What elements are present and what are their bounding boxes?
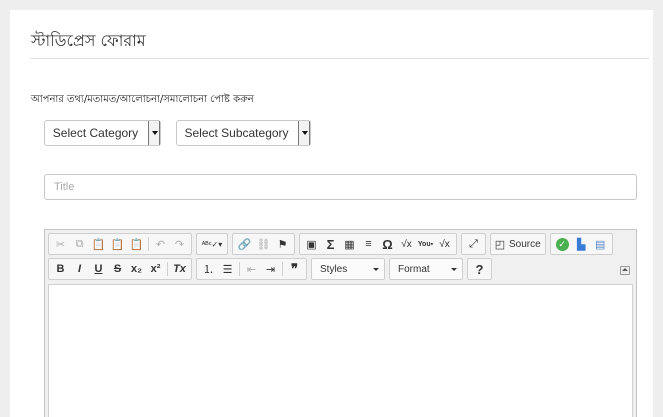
remove-format-button[interactable]: Tx xyxy=(170,260,189,278)
cut-icon[interactable]: ✂ xyxy=(51,235,70,253)
category-select-label: Select Category xyxy=(52,126,139,140)
chevron-down-icon xyxy=(373,267,379,271)
bulleted-list-icon[interactable]: ☰ xyxy=(218,260,237,278)
maximize-group: ⤢ xyxy=(461,233,486,255)
bold-button[interactable]: B xyxy=(51,260,70,278)
table-icon[interactable]: ▦ xyxy=(340,235,359,253)
rich-text-editor: ✂ ⧉ 📋 📋 📋 ↶ ↷ ᴬᴮᶜ✓▾ 🔗 ⛓ ⚑ ▣ Σ ▦ ≡ Ω √x Y… xyxy=(44,229,637,417)
clipboard-group: ✂ ⧉ 📋 📋 📋 ↶ ↷ xyxy=(48,233,192,255)
maximize-icon[interactable]: ⤢ xyxy=(464,235,483,253)
chevron-down-icon[interactable] xyxy=(298,121,310,145)
copy-icon[interactable]: ⧉ xyxy=(70,235,89,253)
numbered-list-icon[interactable]: ⒈ xyxy=(199,260,218,278)
image-icon[interactable]: ▣ xyxy=(302,235,321,253)
unlink-icon[interactable]: ⛓ xyxy=(254,235,273,253)
basic-styles-group: B I U S x₂ x² Tx xyxy=(48,258,192,280)
undo-icon[interactable]: ↶ xyxy=(151,235,170,253)
check-mark-icon: ✓ xyxy=(555,237,569,251)
check-icon[interactable]: ✓ xyxy=(553,235,572,253)
anchor-icon[interactable]: ⚑ xyxy=(273,235,292,253)
source-group: ◰ Source xyxy=(490,233,546,255)
post-instruction: আপনার তথ্য/মতামত/আলোচনা/সমালোচনা পোষ্ট ক… xyxy=(31,94,254,105)
toolbar-separator xyxy=(282,262,283,276)
title-input[interactable] xyxy=(44,174,637,200)
source-icon[interactable]: ◰ xyxy=(493,235,507,253)
outdent-icon[interactable]: ⇤ xyxy=(242,260,261,278)
italic-button[interactable]: I xyxy=(70,260,89,278)
toolbar-separator xyxy=(167,262,168,276)
underline-button[interactable]: U xyxy=(89,260,108,278)
links-group: 🔗 ⛓ ⚑ xyxy=(232,233,295,255)
toolbar-separator xyxy=(148,237,149,251)
extra-group: ✓ ▙ ▤ xyxy=(549,233,613,255)
page-title: স্টাডিপ্রেস ফোরাম xyxy=(31,31,146,50)
list-group: ⒈ ☰ ⇤ ⇥ ❞ xyxy=(196,258,307,280)
blockquote-icon[interactable]: ❞ xyxy=(285,260,304,278)
title-divider xyxy=(30,58,649,59)
format-dropdown-label: Format xyxy=(398,263,430,275)
save-icon[interactable]: ▤ xyxy=(591,235,610,253)
indent-icon[interactable]: ⇥ xyxy=(261,260,280,278)
collapse-toolbar-icon[interactable] xyxy=(620,266,630,275)
subcategory-select-label: Select Subcategory xyxy=(184,126,289,140)
equation-icon[interactable]: √x xyxy=(435,235,454,253)
toolbar-separator xyxy=(239,262,240,276)
link-icon[interactable]: 🔗 xyxy=(235,235,254,253)
redo-icon[interactable]: ↷ xyxy=(170,235,189,253)
paste-word-icon[interactable]: 📋 xyxy=(127,235,146,253)
subscript-button[interactable]: x₂ xyxy=(127,260,146,278)
editor-toolbar-row-2: B I U S x₂ x² Tx ⒈ ☰ ⇤ ⇥ ❞ Styles Format… xyxy=(48,258,496,280)
styles-dropdown-label: Styles xyxy=(320,263,348,275)
horizontal-rule-icon[interactable]: ≡ xyxy=(359,235,378,253)
omega-icon[interactable]: Ω xyxy=(378,235,397,253)
forum-panel: স্টাডিপ্রেস ফোরাম আপনার তথ্য/মতামত/আলোচন… xyxy=(10,10,653,417)
image-editor-icon[interactable]: ▙ xyxy=(572,235,591,253)
paste-icon[interactable]: 📋 xyxy=(89,235,108,253)
format-dropdown[interactable]: Format xyxy=(389,258,463,280)
paste-text-icon[interactable]: 📋 xyxy=(108,235,127,253)
spellcheck-icon[interactable]: ᴬᴮᶜ✓▾ xyxy=(199,235,225,253)
styles-dropdown[interactable]: Styles xyxy=(311,258,385,280)
chevron-down-icon xyxy=(451,267,457,271)
help-button[interactable]: ? xyxy=(470,260,489,278)
sigma-icon[interactable]: Σ xyxy=(321,235,340,253)
superscript-button[interactable]: x² xyxy=(146,260,165,278)
editor-toolbar-row-1: ✂ ⧉ 📋 📋 📋 ↶ ↷ ᴬᴮᶜ✓▾ 🔗 ⛓ ⚑ ▣ Σ ▦ ≡ Ω √x Y… xyxy=(48,233,617,255)
subcategory-select[interactable]: Select Subcategory xyxy=(176,120,311,146)
category-select[interactable]: Select Category xyxy=(44,120,161,146)
strikethrough-button[interactable]: S xyxy=(108,260,127,278)
spellcheck-group: ᴬᴮᶜ✓▾ xyxy=(196,233,228,255)
youtube-icon[interactable]: You▪ xyxy=(416,235,435,253)
chevron-down-icon[interactable] xyxy=(148,121,160,145)
insert-group: ▣ Σ ▦ ≡ Ω √x You▪ √x xyxy=(299,233,457,255)
help-group: ? xyxy=(467,258,492,280)
source-button[interactable]: Source xyxy=(507,239,543,250)
sqrt-icon[interactable]: √x xyxy=(397,235,416,253)
editor-content-area[interactable] xyxy=(48,284,633,417)
